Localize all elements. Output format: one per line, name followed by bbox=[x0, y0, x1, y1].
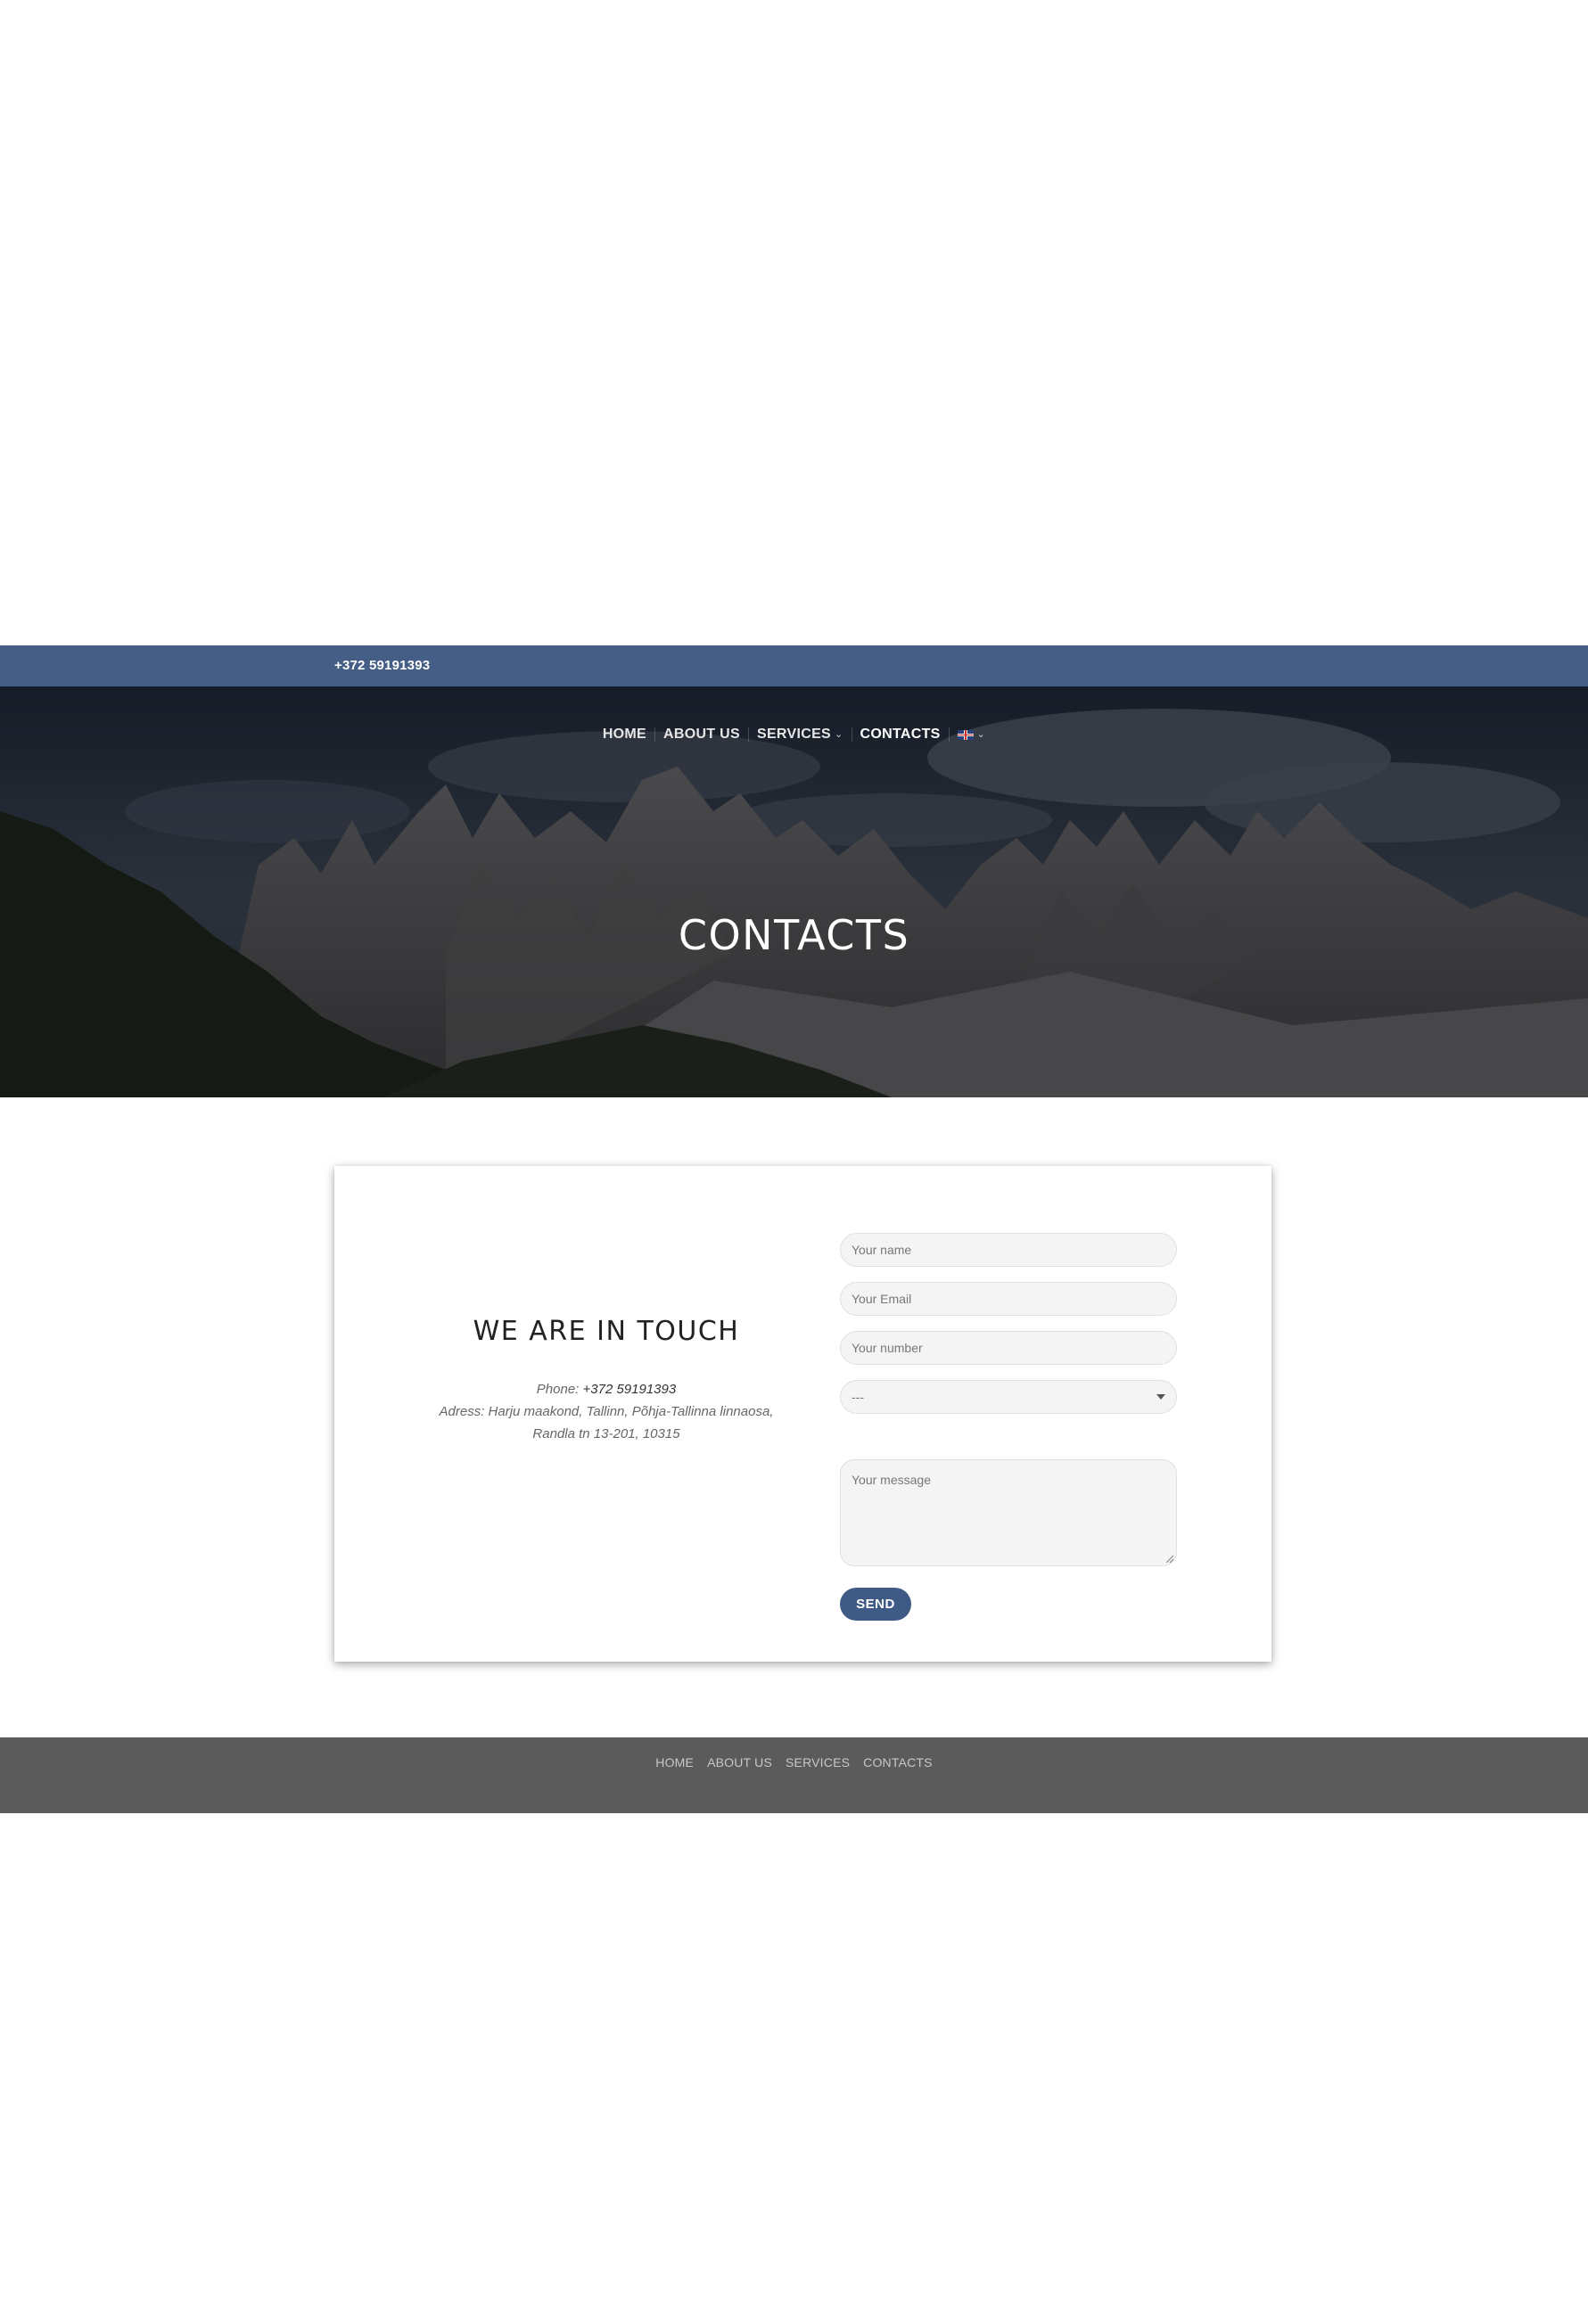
page: +372 59191393 HOME ABOUT US SERVICES ⌄ C… bbox=[0, 0, 1588, 2324]
phone-link[interactable]: +372 59191393 bbox=[583, 1382, 677, 1397]
nav-item-label: CONTACTS bbox=[860, 727, 941, 742]
contact-card: WE ARE IN TOUCH Phone: +372 59191393 Adr… bbox=[334, 1166, 1271, 1662]
contact-form: Your name Your Email Your number --- You… bbox=[840, 1233, 1177, 1621]
select-value: --- bbox=[852, 1390, 864, 1404]
nav-item-about-us[interactable]: ABOUT US bbox=[655, 727, 749, 742]
footer-link-contacts[interactable]: CONTACTS bbox=[863, 1755, 933, 1770]
footer-nav: HOME ABOUT US SERVICES CONTACTS bbox=[0, 1755, 1588, 1770]
nav-item-home[interactable]: HOME bbox=[595, 727, 656, 742]
number-input[interactable]: Your number bbox=[840, 1331, 1177, 1365]
address-line-1: Adress: Harju maakond, Tallinn, Põhja-Ta… bbox=[439, 1404, 774, 1419]
email-input[interactable]: Your Email bbox=[840, 1282, 1177, 1316]
chevron-down-icon: ⌄ bbox=[976, 729, 986, 740]
resize-handle-icon[interactable] bbox=[1166, 1556, 1173, 1563]
mountain-background-image bbox=[0, 686, 1588, 1097]
message-textarea[interactable]: Your message bbox=[840, 1459, 1177, 1566]
name-placeholder: Your name bbox=[852, 1243, 912, 1257]
language-selector[interactable]: ⌄ bbox=[950, 727, 994, 742]
address-line-2: Randla tn 13-201, 10315 bbox=[532, 1426, 680, 1441]
main-nav: HOME ABOUT US SERVICES ⌄ CONTACTS ⌄ bbox=[0, 727, 1588, 742]
name-input[interactable]: Your name bbox=[840, 1233, 1177, 1267]
hero-banner: HOME ABOUT US SERVICES ⌄ CONTACTS ⌄ CONT… bbox=[0, 686, 1588, 1097]
phone-line: Phone: +372 59191393 bbox=[424, 1378, 789, 1400]
number-placeholder: Your number bbox=[852, 1341, 923, 1355]
caret-down-icon bbox=[1156, 1394, 1165, 1400]
send-button[interactable]: SEND bbox=[840, 1588, 911, 1621]
page-title: CONTACTS bbox=[678, 911, 910, 959]
chevron-down-icon: ⌄ bbox=[835, 729, 843, 740]
footer: HOME ABOUT US SERVICES CONTACTS bbox=[0, 1737, 1588, 1813]
service-select[interactable]: --- bbox=[840, 1380, 1177, 1414]
nav-item-label: HOME bbox=[602, 727, 647, 742]
nav-item-services[interactable]: SERVICES ⌄ bbox=[749, 727, 852, 742]
footer-link-home[interactable]: HOME bbox=[655, 1755, 694, 1770]
nav-item-label: ABOUT US bbox=[663, 727, 740, 742]
phone-label: Phone: bbox=[536, 1382, 583, 1397]
uk-flag-icon bbox=[957, 729, 974, 740]
footer-link-about-us[interactable]: ABOUT US bbox=[707, 1755, 772, 1770]
email-placeholder: Your Email bbox=[852, 1292, 912, 1306]
top-phone-link[interactable]: +372 59191393 bbox=[334, 658, 430, 673]
contact-heading: WE ARE IN TOUCH bbox=[473, 1316, 740, 1347]
contact-details: Phone: +372 59191393 Adress: Harju maako… bbox=[424, 1378, 789, 1445]
footer-link-services[interactable]: SERVICES bbox=[786, 1755, 850, 1770]
contact-info: WE ARE IN TOUCH Phone: +372 59191393 Adr… bbox=[334, 1166, 878, 1662]
nav-item-contacts[interactable]: CONTACTS bbox=[852, 727, 950, 742]
top-bar: +372 59191393 bbox=[0, 645, 1588, 686]
nav-item-label: SERVICES bbox=[756, 727, 832, 742]
message-placeholder: Your message bbox=[852, 1473, 931, 1487]
